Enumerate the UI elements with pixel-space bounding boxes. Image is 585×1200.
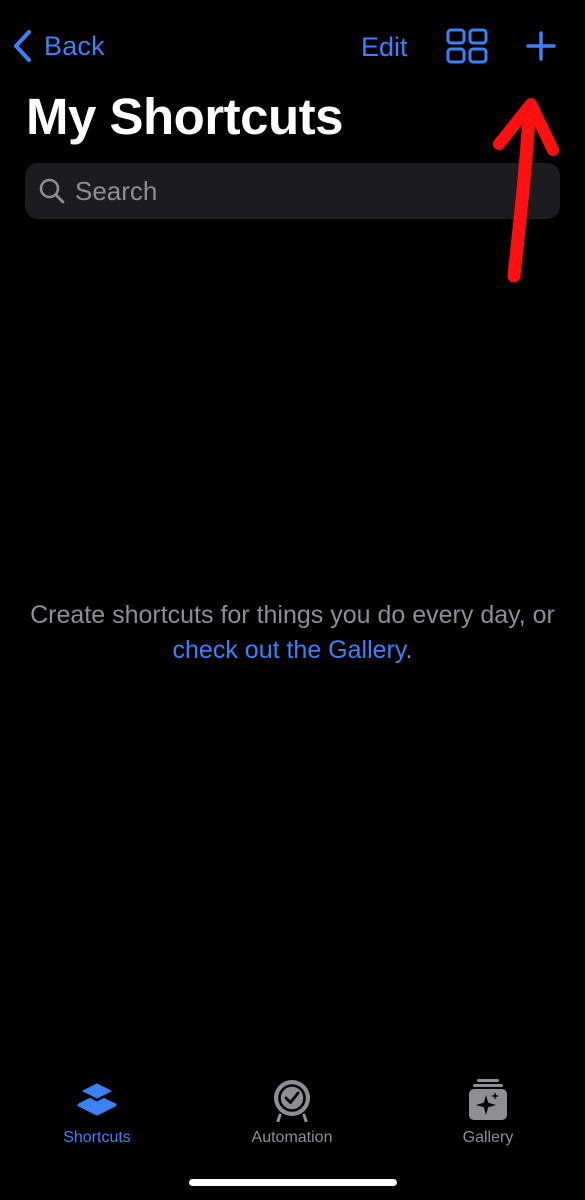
search-icon xyxy=(39,178,65,204)
tab-label: Shortcuts xyxy=(63,1129,131,1146)
search-input[interactable] xyxy=(75,175,535,207)
plus-icon[interactable] xyxy=(524,28,558,64)
search-bar[interactable] xyxy=(25,163,560,219)
page-title: My Shortcuts xyxy=(26,88,344,145)
tab-label: Gallery xyxy=(462,1129,514,1146)
edit-button[interactable]: Edit xyxy=(361,29,408,65)
gallery-sparkle-icon xyxy=(469,1079,507,1120)
gallery-link[interactable]: check out the Gallery xyxy=(173,636,406,664)
grid-view-icon[interactable] xyxy=(446,28,488,64)
back-label: Back xyxy=(44,30,105,61)
empty-state-suffix: . xyxy=(405,636,413,664)
automation-clock-icon xyxy=(274,1080,310,1122)
shortcuts-screen: Back Edit My Shortcuts Create shortcuts … xyxy=(0,0,585,1200)
annotation-arrow xyxy=(493,98,559,283)
empty-state-text: Create shortcuts for things you do every… xyxy=(30,601,555,629)
tab-gallery[interactable]: Gallery xyxy=(428,1078,548,1147)
tab-label: Automation xyxy=(251,1129,333,1146)
chevron-left-icon xyxy=(14,30,31,62)
empty-state-message: Create shortcuts for things you do every… xyxy=(30,598,555,668)
back-button[interactable]: Back xyxy=(12,26,105,66)
tab-shortcuts[interactable]: Shortcuts xyxy=(37,1078,157,1147)
home-indicator[interactable] xyxy=(189,1179,397,1186)
shortcuts-layers-icon xyxy=(77,1080,117,1116)
tab-automation[interactable]: Automation xyxy=(232,1078,352,1147)
